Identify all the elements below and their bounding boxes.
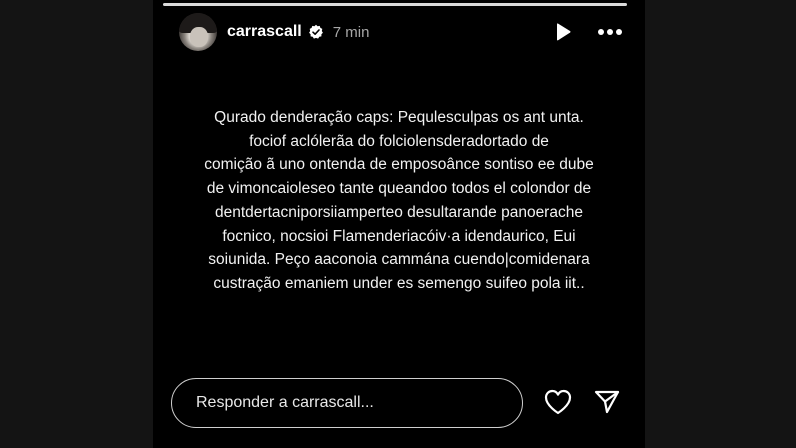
reply-input[interactable]: Responder a carrascall... — [171, 378, 523, 428]
story-viewer: carrascall 7 min Qurado denderação caps:… — [153, 0, 645, 448]
username[interactable]: carrascall — [227, 23, 302, 41]
background-left-panel — [0, 0, 153, 448]
caption-line: custração emaniem under es semengo suife… — [213, 274, 585, 292]
share-button[interactable] — [590, 385, 624, 419]
send-icon — [594, 390, 620, 414]
reply-placeholder: Responder a carrascall... — [196, 394, 374, 411]
story-header: carrascall 7 min — [179, 13, 625, 51]
verified-badge-icon — [308, 24, 324, 40]
more-options-icon — [598, 29, 622, 35]
more-options-button[interactable] — [595, 20, 625, 44]
caption-line: comição ã uno ontenda de emposoânce sont… — [204, 156, 594, 174]
caption-line: focnico, nocsioi Flamenderiacóiv·a idend… — [222, 227, 576, 245]
heart-icon — [544, 389, 572, 415]
caption-line: soiunida. Peço aaconoia cammána cuendo|c… — [208, 251, 590, 269]
story-progress-bar — [163, 3, 627, 6]
caption-line: Qurado denderação caps: Pequlesculpas os… — [214, 109, 584, 126]
caption-line: fociof aclólerãa do folciolensderadortad… — [249, 132, 549, 150]
caption-line: dentdertacniporsiiamperteo desultarande … — [215, 203, 583, 221]
background-right-panel — [645, 0, 796, 448]
story-caption: Qurado denderação caps: Pequlesculpas os… — [193, 106, 605, 296]
time-ago: 7 min — [332, 23, 370, 41]
like-button[interactable] — [541, 385, 575, 419]
play-button[interactable] — [551, 20, 575, 44]
avatar[interactable] — [179, 13, 217, 51]
play-icon — [557, 23, 571, 41]
caption-line: de vimoncaioleseo tante queandoo todos e… — [206, 180, 592, 198]
